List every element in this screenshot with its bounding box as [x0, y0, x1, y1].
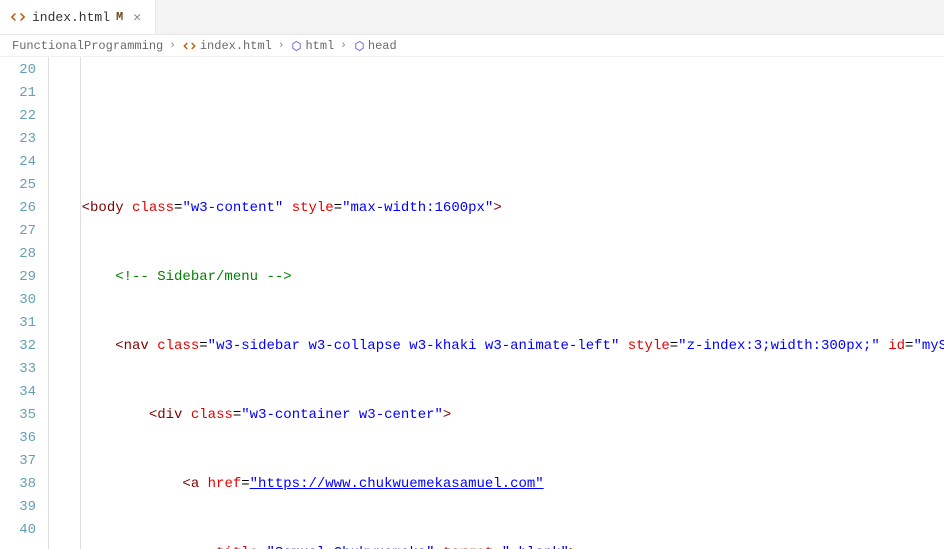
line-number: 34: [0, 381, 36, 404]
line-number: 36: [0, 427, 36, 450]
symbol-icon: [290, 40, 303, 52]
line-number: 39: [0, 496, 36, 519]
line-number: 22: [0, 105, 36, 128]
line-number: 28: [0, 243, 36, 266]
line-number: 21: [0, 82, 36, 105]
code-line: <!-- Sidebar/menu -->: [48, 266, 944, 289]
editor-tab[interactable]: index.html M ✕: [0, 0, 156, 34]
line-number: 30: [0, 289, 36, 312]
breadcrumb-file[interactable]: index.html: [200, 39, 272, 53]
line-number: 26: [0, 197, 36, 220]
line-number: 29: [0, 266, 36, 289]
line-number: 33: [0, 358, 36, 381]
tab-modified-badge: M: [116, 10, 123, 24]
code-line: <div class="w3-container w3-center">: [48, 404, 944, 427]
code-line: <body class="w3-content" style="max-widt…: [48, 197, 944, 220]
line-number-gutter: 20 21 22 23 24 25 26 27 28 29 30 31 32 3…: [0, 57, 48, 549]
code-line: [48, 128, 944, 151]
breadcrumb-folder[interactable]: FunctionalProgramming: [12, 39, 163, 53]
line-number: 35: [0, 404, 36, 427]
tab-filename: index.html: [32, 10, 110, 25]
symbol-icon: [353, 40, 366, 52]
code-line: <nav class="w3-sidebar w3-collapse w3-kh…: [48, 335, 944, 358]
close-icon[interactable]: ✕: [129, 10, 145, 25]
chevron-right-icon: ›: [169, 40, 176, 52]
chevron-right-icon: ›: [278, 40, 285, 52]
line-number: 20: [0, 59, 36, 82]
chevron-right-icon: ›: [340, 40, 347, 52]
line-number: 32: [0, 335, 36, 358]
html-file-icon: [182, 39, 198, 53]
line-number: 25: [0, 174, 36, 197]
line-number: 27: [0, 220, 36, 243]
line-number: 37: [0, 450, 36, 473]
code-line: title="Samuel Chukwuemeka" target="_blan…: [48, 542, 944, 549]
indent-guides: [48, 57, 98, 549]
breadcrumb: FunctionalProgramming › index.html › htm…: [0, 35, 944, 57]
line-number: 24: [0, 151, 36, 174]
line-number: 23: [0, 128, 36, 151]
tab-bar: index.html M ✕: [0, 0, 944, 35]
line-number: 40: [0, 519, 36, 542]
code-line: <a href="https://www.chukwuemekasamuel.c…: [48, 473, 944, 496]
breadcrumb-seg-head[interactable]: head: [368, 39, 397, 53]
line-number: 38: [0, 473, 36, 496]
code-editor[interactable]: 20 21 22 23 24 25 26 27 28 29 30 31 32 3…: [0, 57, 944, 549]
html-file-icon: [10, 10, 26, 24]
code-area[interactable]: <body class="w3-content" style="max-widt…: [48, 57, 944, 549]
line-number: 31: [0, 312, 36, 335]
breadcrumb-seg-html[interactable]: html: [305, 39, 334, 53]
